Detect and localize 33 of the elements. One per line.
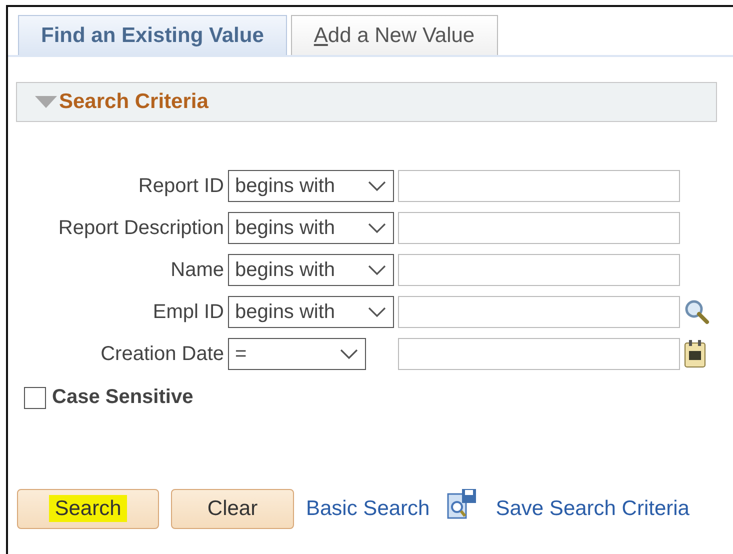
checkbox[interactable] bbox=[24, 386, 46, 408]
tab[interactable]: Find an Existing Value bbox=[18, 15, 287, 55]
calendar-icon[interactable] bbox=[684, 340, 706, 368]
chevron-down-icon bbox=[367, 264, 387, 276]
operator-dropdown[interactable]: begins with bbox=[228, 170, 394, 202]
action-button[interactable]: Search bbox=[17, 489, 159, 529]
field-label: Empl ID bbox=[152, 300, 224, 324]
input-field[interactable] bbox=[398, 170, 680, 202]
search-icon[interactable] bbox=[684, 299, 710, 325]
tab[interactable]: Add a New Value bbox=[290, 15, 498, 55]
input-field[interactable] bbox=[398, 254, 680, 286]
section-title: Search Criteria bbox=[59, 90, 208, 114]
chevron-down-icon bbox=[367, 180, 387, 192]
input-field[interactable] bbox=[398, 338, 680, 370]
chevron-down-icon bbox=[339, 348, 359, 360]
operator-dropdown[interactable]: begins with bbox=[228, 254, 394, 286]
link[interactable]: Save Search Criteria bbox=[496, 497, 690, 521]
operator-dropdown[interactable]: begins with bbox=[228, 212, 394, 244]
action-button[interactable]: Clear bbox=[171, 489, 294, 529]
input-field[interactable] bbox=[398, 296, 680, 328]
checkbox-label: Case Sensitive bbox=[52, 386, 194, 409]
field-label: Creation Date bbox=[100, 342, 224, 366]
section-header[interactable]: Search Criteria bbox=[16, 82, 717, 122]
chevron-down-icon bbox=[367, 222, 387, 234]
field-label: Report ID bbox=[137, 174, 224, 198]
input-field[interactable] bbox=[398, 212, 680, 244]
link[interactable]: Basic Search bbox=[306, 497, 430, 521]
chevron-down-icon bbox=[367, 306, 387, 318]
operator-dropdown[interactable]: = bbox=[228, 338, 366, 370]
save-search-icon[interactable] bbox=[446, 488, 478, 520]
operator-dropdown[interactable]: begins with bbox=[228, 296, 394, 328]
field-label: Report Description bbox=[57, 216, 224, 240]
field-label: Name bbox=[170, 258, 224, 282]
